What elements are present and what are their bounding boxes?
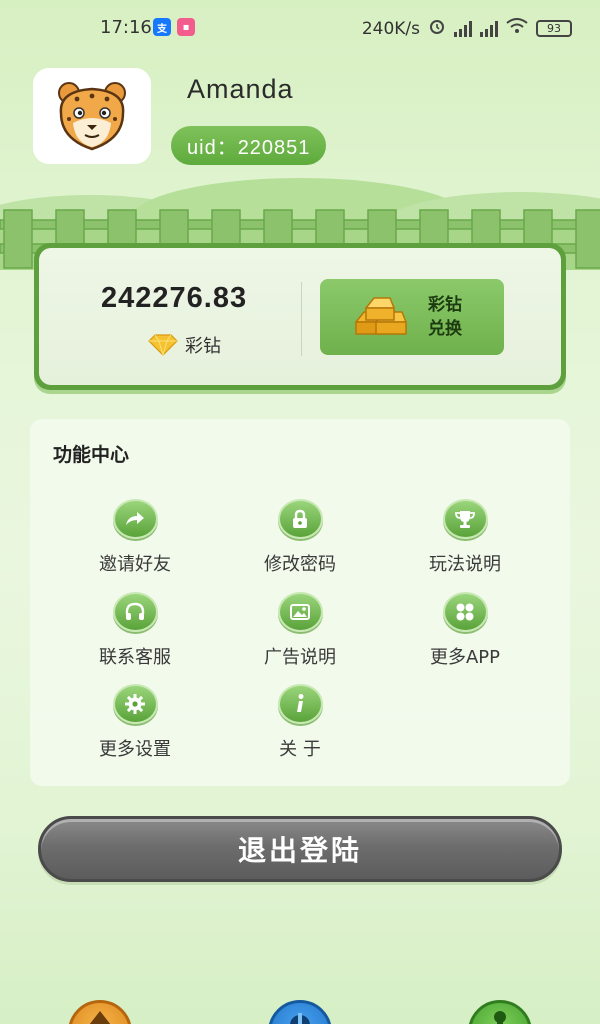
bilibili-icon: ▪ bbox=[177, 18, 195, 36]
username: Amanda bbox=[187, 74, 294, 104]
cheetah-avatar-icon bbox=[58, 82, 126, 151]
more-apps-label: 更多APP bbox=[429, 647, 501, 668]
balance-divider bbox=[301, 282, 302, 356]
gear-icon bbox=[112, 684, 158, 724]
balance-card: 242276.83 彩钻 彩钻 兑换 bbox=[34, 243, 566, 390]
invite-friends-label: 邀请好友 bbox=[99, 554, 171, 575]
change-password-label: 修改密码 bbox=[264, 554, 336, 575]
exchange-button[interactable]: 彩钻 兑换 bbox=[320, 279, 504, 355]
logout-button[interactable]: 退出登陆 bbox=[38, 816, 562, 882]
signal-icon-2 bbox=[480, 20, 498, 37]
diamond-icon bbox=[148, 334, 178, 357]
invite-friends-button[interactable]: 邀请好友 bbox=[70, 499, 200, 576]
share-icon bbox=[112, 499, 158, 539]
headset-icon bbox=[112, 592, 158, 632]
more-settings-button[interactable]: 更多设置 bbox=[70, 684, 200, 761]
nav-home-button[interactable] bbox=[68, 1000, 132, 1024]
uid-badge: uid：220851 bbox=[171, 126, 327, 165]
trophy-icon bbox=[442, 499, 488, 539]
nav-profile-button[interactable] bbox=[468, 1000, 532, 1024]
apps-grid-icon bbox=[442, 592, 488, 632]
balance-unit-label: 彩钻 bbox=[185, 336, 221, 357]
signal-icon bbox=[454, 20, 472, 37]
exchange-label-line2: 兑换 bbox=[428, 319, 462, 339]
image-icon bbox=[277, 592, 323, 632]
network-speed: 240K/s bbox=[361, 18, 420, 39]
balance-amount: 242276.83 bbox=[101, 282, 248, 314]
status-bar: 17:16 支 ▪ 240K/s 93 bbox=[0, 0, 600, 56]
info-icon bbox=[277, 684, 323, 724]
about-button[interactable]: 关 于 bbox=[235, 684, 365, 761]
function-center-card: 功能中心 邀请好友 修改密码 玩法说明 联系客服 广告说明 更多APP 更多设置… bbox=[30, 419, 570, 786]
exchange-label-line1: 彩钻 bbox=[428, 295, 462, 315]
more-apps-button[interactable]: 更多APP bbox=[400, 592, 530, 669]
logout-label: 退出登陆 bbox=[237, 834, 362, 867]
function-center-title: 功能中心 bbox=[53, 444, 130, 466]
ad-info-label: 广告说明 bbox=[264, 647, 336, 668]
gameplay-guide-button[interactable]: 玩法说明 bbox=[400, 499, 530, 576]
status-time: 17:16 bbox=[100, 17, 152, 38]
bottom-nav bbox=[0, 990, 600, 1024]
status-app-icons: 支 ▪ bbox=[153, 18, 195, 36]
avatar[interactable] bbox=[33, 68, 151, 164]
status-right: 240K/s 93 bbox=[362, 17, 572, 40]
wifi-icon bbox=[506, 18, 528, 39]
change-password-button[interactable]: 修改密码 bbox=[235, 499, 365, 576]
lock-icon bbox=[277, 499, 323, 539]
alarm-icon bbox=[428, 17, 446, 40]
more-settings-label: 更多设置 bbox=[99, 739, 171, 760]
gameplay-guide-label: 玩法说明 bbox=[429, 554, 501, 575]
contact-support-button[interactable]: 联系客服 bbox=[70, 592, 200, 669]
battery-icon: 93 bbox=[536, 20, 572, 37]
about-label: 关 于 bbox=[279, 739, 321, 760]
balance-card-inner: 242276.83 彩钻 彩钻 兑换 bbox=[39, 248, 561, 385]
globe-icon bbox=[290, 1013, 310, 1024]
alipay-icon: 支 bbox=[153, 18, 171, 36]
exchange-label: 彩钻 兑换 bbox=[428, 293, 462, 341]
ad-info-button[interactable]: 广告说明 bbox=[235, 592, 365, 669]
user-icon bbox=[494, 1011, 506, 1024]
contact-support-label: 联系客服 bbox=[99, 647, 171, 668]
balance-unit: 彩钻 bbox=[147, 332, 221, 358]
gold-bars-icon bbox=[354, 297, 408, 335]
nav-center-button[interactable] bbox=[268, 1000, 332, 1024]
home-icon bbox=[89, 1011, 111, 1024]
